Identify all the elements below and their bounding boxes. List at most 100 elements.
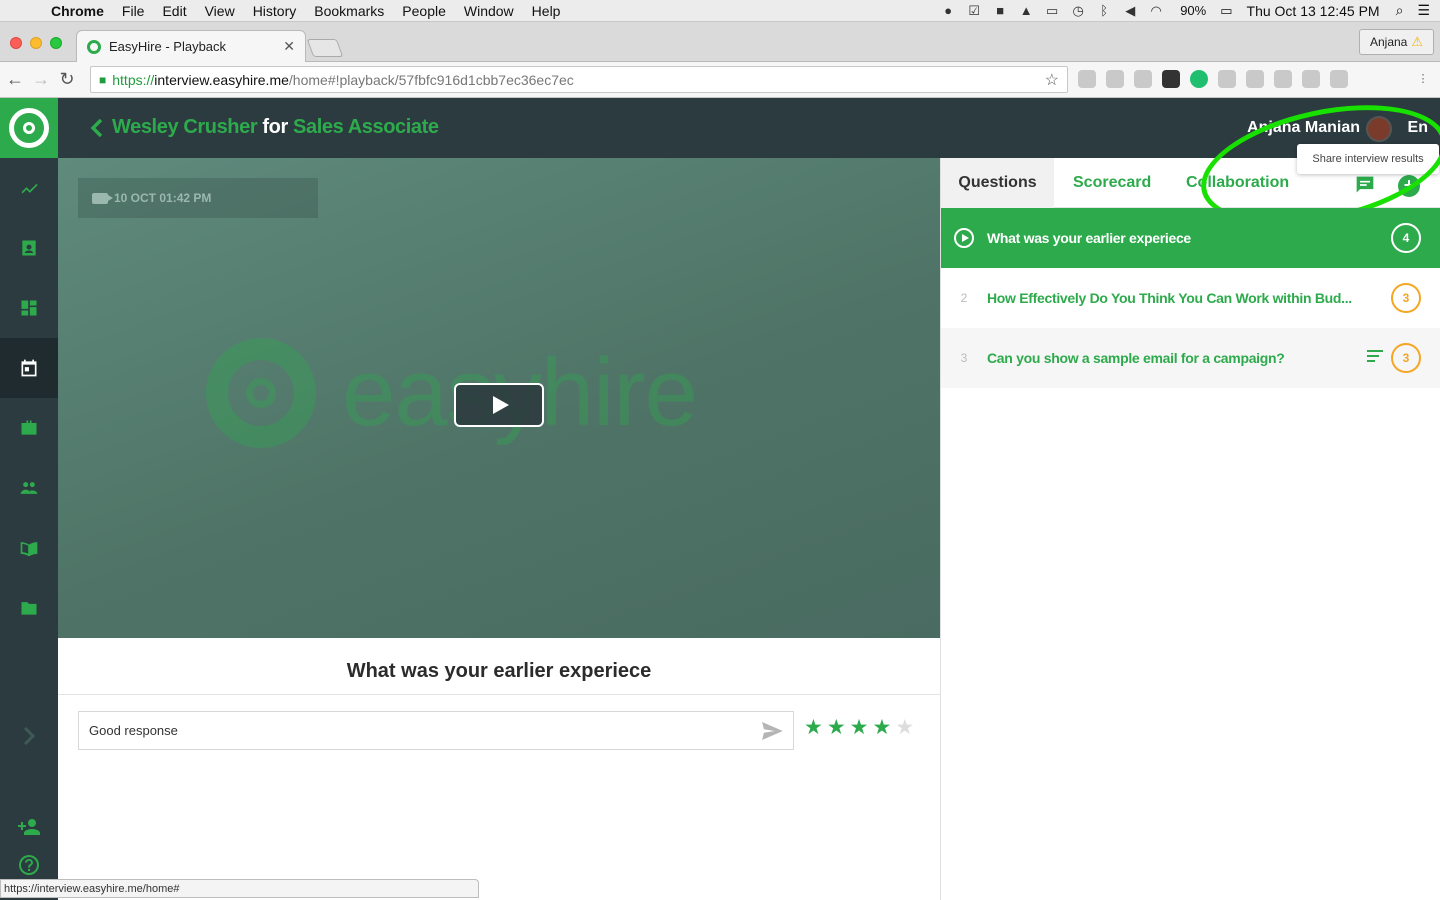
notification-center-icon[interactable]: ☰ bbox=[1417, 2, 1430, 19]
comment-input[interactable]: Good response bbox=[78, 711, 794, 750]
question-score-badge: 3 bbox=[1391, 343, 1421, 373]
extension-tag-icon[interactable] bbox=[1302, 70, 1320, 88]
volume-icon[interactable]: ◀ bbox=[1122, 3, 1138, 19]
title-connector: for bbox=[262, 116, 288, 138]
reload-icon[interactable]: ↻ bbox=[56, 69, 78, 90]
sidebar-library[interactable] bbox=[0, 518, 58, 578]
video-player[interactable]: 10 OCT 01:42 PM easyhire bbox=[58, 158, 940, 638]
airplay-icon[interactable]: ▭ bbox=[1044, 3, 1060, 19]
extension-box-icon[interactable] bbox=[1218, 70, 1236, 88]
extension-drive-icon[interactable] bbox=[1106, 70, 1124, 88]
share-results-button[interactable]: + bbox=[1398, 175, 1420, 197]
sidebar-help[interactable] bbox=[0, 850, 58, 880]
tab-collaboration[interactable]: Collaboration bbox=[1186, 158, 1289, 208]
star-1-icon[interactable]: ★ bbox=[804, 715, 823, 740]
candidate-name[interactable]: Wesley Crusher bbox=[112, 116, 258, 138]
language-selector[interactable]: En bbox=[1408, 119, 1428, 137]
sidebar-jobs[interactable] bbox=[0, 398, 58, 458]
extension-buffer-icon[interactable] bbox=[1162, 70, 1180, 88]
avatar[interactable] bbox=[1366, 116, 1392, 142]
questions-panel: Questions Scorecard Collaboration + Shar… bbox=[940, 85, 1440, 900]
folder-icon bbox=[21, 602, 37, 615]
sidebar-calendar[interactable] bbox=[0, 338, 58, 398]
status-tray: ● ☑ ■ ▲ ▭ ◷ ᛒ ◀ ◠ bbox=[940, 3, 1164, 19]
menu-help[interactable]: Help bbox=[523, 3, 570, 19]
menu-bookmarks[interactable]: Bookmarks bbox=[305, 3, 393, 19]
profile-button[interactable]: Anjana ⚠ bbox=[1358, 29, 1434, 55]
menu-people[interactable]: People bbox=[393, 3, 455, 19]
back-button[interactable] bbox=[88, 117, 106, 139]
back-arrow-icon[interactable]: ← bbox=[4, 69, 26, 90]
extension-r-icon[interactable] bbox=[1358, 70, 1376, 88]
user-name[interactable]: Anjana Manian bbox=[1247, 119, 1360, 137]
profile-name: Anjana bbox=[1369, 35, 1408, 49]
tab-close-icon[interactable]: ✕ bbox=[283, 38, 295, 55]
star-rating[interactable]: ★ ★ ★ ★ ★ bbox=[804, 715, 914, 740]
spotlight-icon[interactable]: ⌕ bbox=[1396, 2, 1404, 19]
sidebar-expand-button[interactable] bbox=[0, 706, 58, 766]
star-3-icon[interactable]: ★ bbox=[850, 715, 869, 740]
question-score-badge: 3 bbox=[1391, 283, 1421, 313]
address-bar[interactable]: ■ https:// interview.easyhire.me /home#!… bbox=[90, 66, 1068, 93]
menu-edit[interactable]: Edit bbox=[153, 3, 195, 19]
lock-icon[interactable]: ■ bbox=[99, 73, 106, 87]
window-close-button[interactable] bbox=[10, 37, 22, 49]
job-position[interactable]: Sales Associate bbox=[293, 116, 439, 138]
add-team-icon bbox=[18, 819, 40, 835]
extension-g-icon[interactable] bbox=[1274, 70, 1292, 88]
bookmark-star-icon[interactable]: ☆ bbox=[1045, 70, 1059, 90]
battery-icon[interactable]: ▭ bbox=[1220, 3, 1232, 19]
menu-window[interactable]: Window bbox=[455, 3, 523, 19]
extension-grammarly-icon[interactable] bbox=[1190, 70, 1208, 88]
sidebar-add-team-member[interactable] bbox=[0, 808, 58, 846]
sidebar-team[interactable] bbox=[0, 458, 58, 518]
tasks-icon[interactable]: ☑ bbox=[966, 3, 982, 19]
evernote-icon[interactable]: ■ bbox=[992, 3, 1008, 18]
sidebar-analytics[interactable] bbox=[0, 158, 58, 218]
sidebar-candidates[interactable] bbox=[0, 218, 58, 278]
tab-questions[interactable]: Questions bbox=[941, 158, 1054, 208]
question-row[interactable]: 3 Can you show a sample email for a camp… bbox=[941, 328, 1440, 388]
extension-drive-color-icon[interactable] bbox=[1386, 70, 1404, 88]
browser-tab[interactable]: EasyHire - Playback ✕ bbox=[76, 30, 306, 62]
window-minimize-button[interactable] bbox=[30, 37, 42, 49]
drive-icon[interactable]: ▲ bbox=[1018, 3, 1034, 18]
time-machine-icon[interactable]: ◷ bbox=[1070, 3, 1086, 19]
star-2-icon[interactable]: ★ bbox=[827, 715, 846, 740]
sidebar-folders[interactable] bbox=[0, 578, 58, 638]
question-number: 3 bbox=[960, 351, 968, 365]
hangouts-icon[interactable]: ● bbox=[940, 3, 956, 18]
chrome-menu-icon[interactable]: ⋮ bbox=[1414, 70, 1432, 88]
star-5-icon[interactable]: ★ bbox=[895, 715, 914, 740]
new-tab-button[interactable] bbox=[306, 39, 344, 57]
sidebar-dashboard[interactable] bbox=[0, 278, 58, 338]
tab-scorecard[interactable]: Scorecard bbox=[1073, 158, 1151, 208]
bluetooth-icon[interactable]: ᛒ bbox=[1096, 3, 1112, 18]
battery-percent[interactable]: 90% bbox=[1180, 3, 1206, 18]
chat-button[interactable] bbox=[1355, 175, 1375, 195]
url-scheme: https:// bbox=[112, 71, 155, 88]
question-text: How Effectively Do You Think You Can Wor… bbox=[987, 290, 1352, 306]
question-row[interactable]: What was your earlier experiece 4 bbox=[941, 208, 1440, 268]
play-button[interactable] bbox=[454, 383, 544, 427]
extension-1-icon[interactable] bbox=[1078, 70, 1096, 88]
question-row[interactable]: 2 How Effectively Do You Think You Can W… bbox=[941, 268, 1440, 328]
menu-view[interactable]: View bbox=[196, 3, 244, 19]
menu-app-name[interactable]: Chrome bbox=[42, 3, 113, 19]
easyhire-logo-icon[interactable] bbox=[0, 98, 58, 158]
watermark-logo-icon bbox=[206, 338, 316, 448]
star-4-icon[interactable]: ★ bbox=[872, 715, 891, 740]
window-zoom-button[interactable] bbox=[50, 37, 62, 49]
extension-info-icon[interactable] bbox=[1246, 70, 1264, 88]
notes-icon[interactable] bbox=[1367, 350, 1383, 362]
wifi-icon[interactable]: ◠ bbox=[1148, 3, 1164, 19]
menu-file[interactable]: File bbox=[113, 3, 154, 19]
browser-status-bar: https://interview.easyhire.me/home# bbox=[0, 879, 479, 898]
menu-clock[interactable]: Thu Oct 13 12:45 PM bbox=[1247, 3, 1380, 19]
extension-circle-icon[interactable] bbox=[1134, 70, 1152, 88]
extension-link-icon[interactable] bbox=[1330, 70, 1348, 88]
chevron-right-icon bbox=[23, 726, 36, 746]
forward-arrow-icon[interactable]: → bbox=[30, 69, 52, 90]
menu-history[interactable]: History bbox=[244, 3, 306, 19]
send-button[interactable] bbox=[761, 721, 783, 740]
